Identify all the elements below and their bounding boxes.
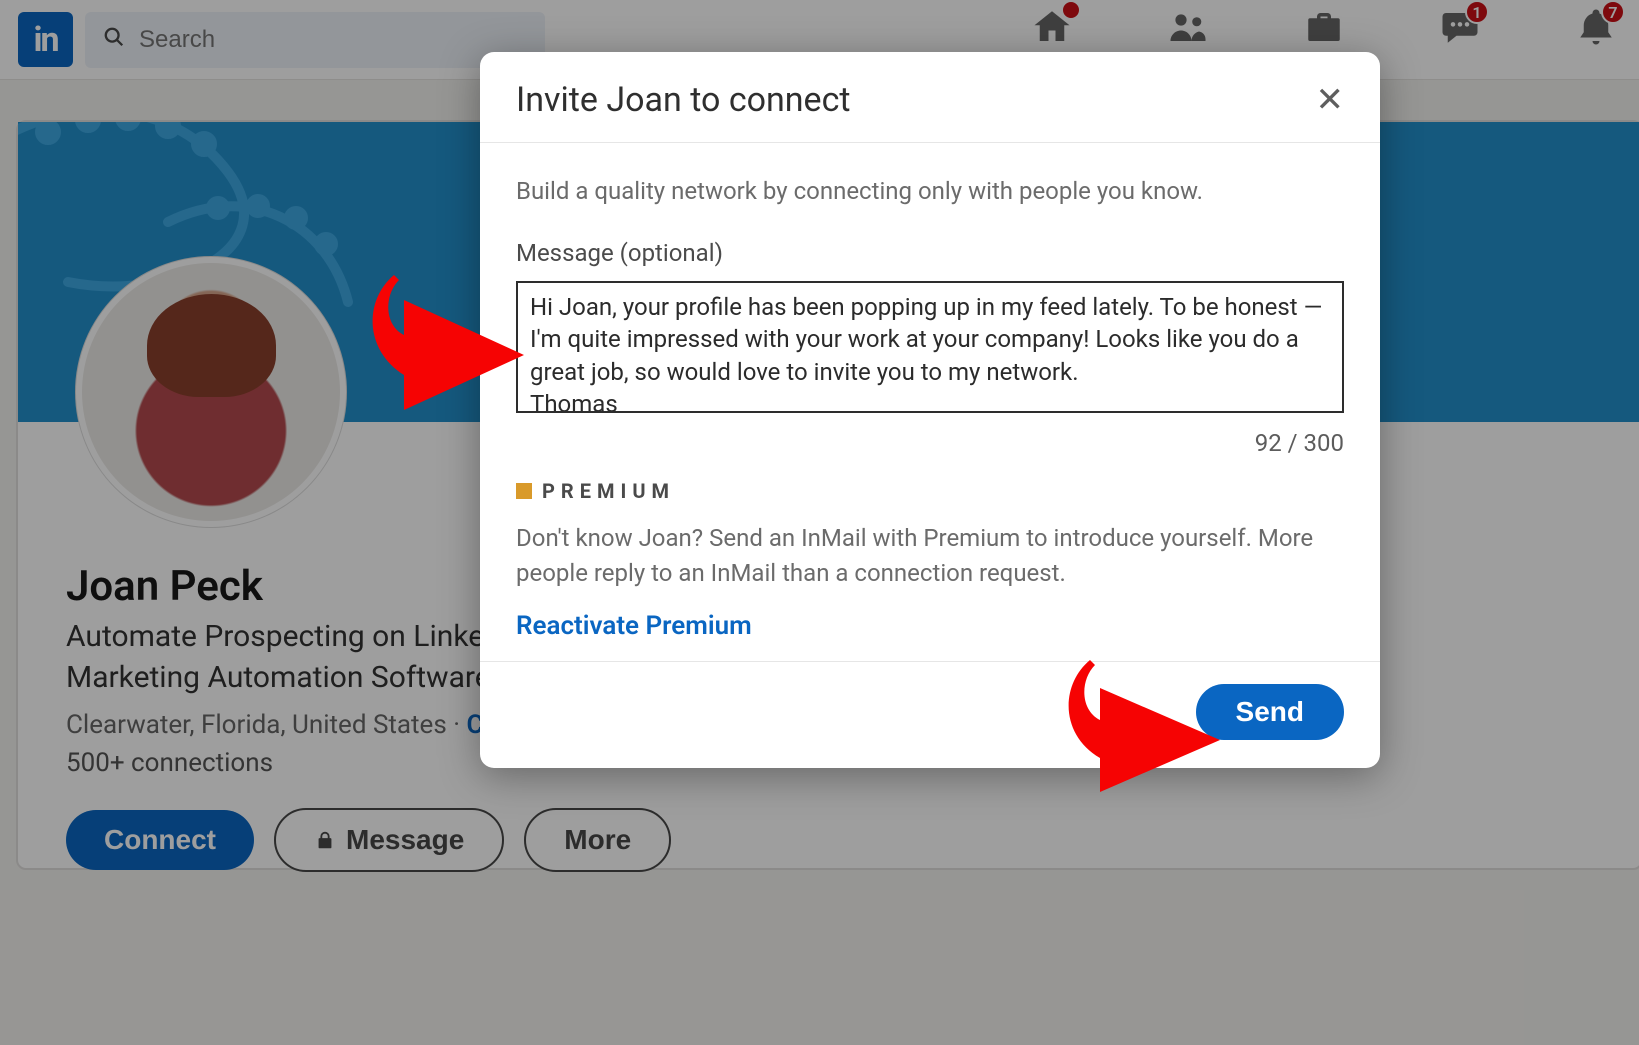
premium-label: PREMIUM xyxy=(516,479,1344,503)
modal-body: Build a quality network by connecting on… xyxy=(480,143,1380,661)
invite-modal: Invite Joan to connect ✕ Build a quality… xyxy=(480,52,1380,768)
close-icon[interactable]: ✕ xyxy=(1316,80,1345,120)
message-label: Message (optional) xyxy=(516,239,1344,267)
premium-icon xyxy=(516,483,532,499)
char-counter: 92 / 300 xyxy=(516,429,1344,457)
premium-label-text: PREMIUM xyxy=(542,479,675,503)
reactivate-premium-link[interactable]: Reactivate Premium xyxy=(516,611,752,641)
annotation-arrow-message xyxy=(354,260,534,430)
modal-footer: Send xyxy=(480,661,1380,768)
message-textarea[interactable] xyxy=(516,281,1344,413)
modal-title: Invite Joan to connect xyxy=(516,80,851,120)
premium-text: Don't know Joan? Send an InMail with Pre… xyxy=(516,521,1344,591)
modal-header: Invite Joan to connect ✕ xyxy=(480,52,1380,143)
modal-help-text: Build a quality network by connecting on… xyxy=(516,177,1344,205)
annotation-arrow-send xyxy=(1050,650,1230,810)
